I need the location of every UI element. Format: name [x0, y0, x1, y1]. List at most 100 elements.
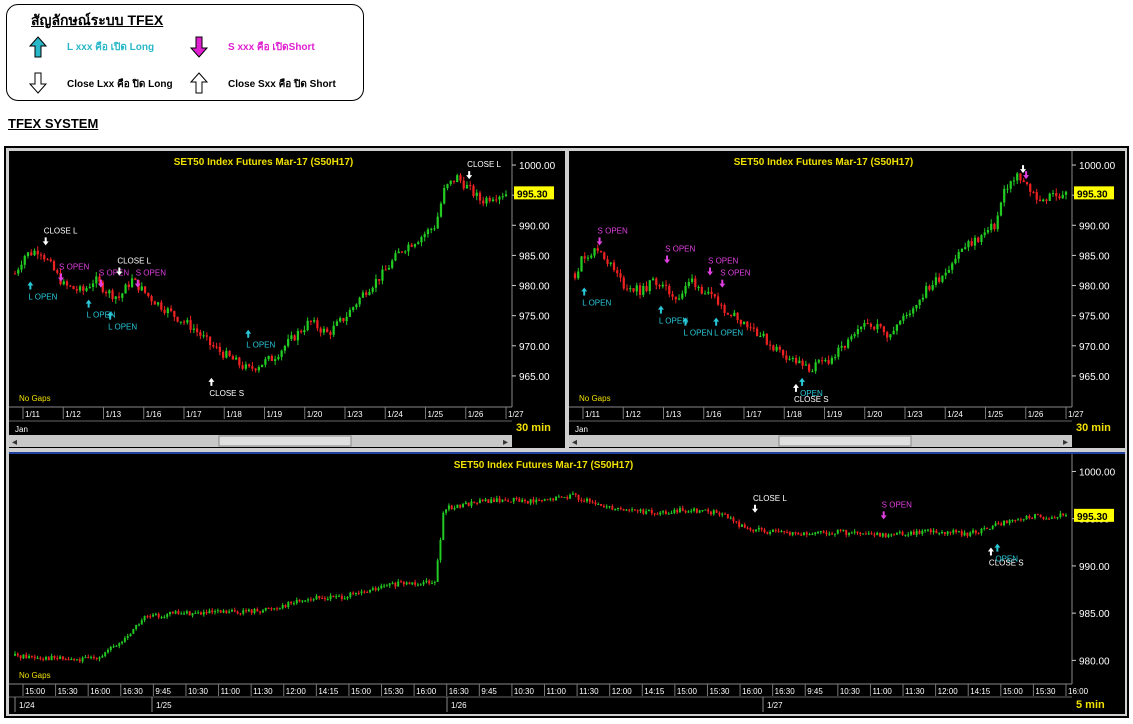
arrow-up-icon [245, 329, 252, 338]
candle-body [798, 360, 801, 364]
candle-body [115, 645, 118, 647]
candle-body [853, 334, 856, 337]
candle-body [188, 611, 191, 616]
candle-body [529, 499, 532, 504]
chart-panel-3[interactable]: SET50 Index Futures Mar-17 (S50H17) 1000.… [9, 452, 1125, 714]
signal-label: CLOSE L [117, 257, 151, 266]
candle-body [538, 499, 541, 501]
candle-body [938, 532, 941, 534]
candle-body [928, 286, 931, 290]
candle-body [65, 281, 69, 286]
candle-body [580, 499, 583, 501]
candle-body [394, 582, 397, 587]
candle-body [697, 286, 700, 288]
candle-body [935, 530, 938, 534]
candle-body [1014, 520, 1017, 522]
candle-body [199, 332, 202, 336]
candle-body [1036, 514, 1039, 516]
candle-body [884, 533, 887, 537]
candle-body [50, 655, 53, 661]
x-tick-label: 15:00 [1003, 687, 1024, 696]
candle-body [146, 616, 149, 618]
candle-body [713, 294, 716, 297]
chart-panel-1[interactable]: SET50 Index Futures Mar-17 (S50H17) 1000.… [9, 151, 565, 448]
candlestick-chart-3[interactable]: SET50 Index Futures Mar-17 (S50H17) 1000.… [9, 454, 1125, 714]
candle-body [264, 607, 267, 611]
candle-body [160, 617, 163, 619]
candle-body [635, 285, 638, 292]
candle-body [720, 304, 723, 306]
candle-body [377, 588, 380, 591]
candle-body [836, 529, 839, 534]
candle-body [280, 350, 283, 357]
candle-body [73, 658, 76, 660]
candle-body [775, 346, 778, 351]
candle-body [759, 336, 762, 338]
candle-body [431, 582, 433, 584]
candle-body [760, 527, 763, 530]
y-tick-label: 975.00 [1079, 312, 1110, 323]
x-tick-label: 11:00 [872, 687, 892, 696]
candlestick-chart-2[interactable]: SET50 Index Futures Mar-17 (S50H17) 1000.… [569, 151, 1125, 448]
candle-body [879, 324, 882, 327]
candle-body [205, 335, 208, 337]
candle-body [501, 499, 504, 502]
candle-body [205, 612, 208, 614]
x-tick-label: 15:30 [58, 687, 79, 696]
signal-label: OPEN [995, 555, 1018, 564]
candle-body [504, 194, 508, 197]
candle-body [67, 659, 70, 661]
candle-body [228, 611, 231, 613]
signal-marker: OPEN [799, 377, 823, 398]
no-gaps-label: No Gaps [579, 394, 611, 403]
candle-body [322, 328, 326, 333]
candle-body [904, 534, 907, 536]
candle-body [817, 532, 820, 534]
candle-body [402, 581, 405, 585]
candle-body [462, 504, 464, 508]
x-tick-label: 1/12 [65, 410, 81, 419]
candle-body [1011, 520, 1014, 522]
candle-body [687, 281, 690, 287]
candle-body [908, 313, 912, 315]
candle-body [261, 364, 264, 368]
chart-panel-2[interactable]: SET50 Index Futures Mar-17 (S50H17) 1000.… [569, 151, 1125, 448]
day-label: 1/26 [451, 701, 467, 710]
candle-body [853, 531, 856, 533]
y-tick-label: 970.00 [519, 342, 550, 353]
x-tick-label: 16:00 [416, 687, 437, 696]
candle-body [625, 288, 629, 290]
candle-body [121, 293, 124, 298]
candle-body [439, 539, 442, 561]
candle-body [860, 326, 863, 330]
candle-body [785, 355, 788, 360]
candle-body [1045, 518, 1048, 520]
candle-body [703, 293, 707, 295]
candle-body [413, 244, 417, 247]
candle-body [14, 653, 16, 656]
candle-body [825, 532, 828, 535]
candle-body [602, 505, 605, 508]
candle-body [658, 285, 661, 287]
candle-body [707, 509, 710, 512]
candle-body [960, 531, 963, 536]
candle-body [1003, 188, 1006, 203]
candle-body [667, 513, 670, 515]
scroll-left-icon: ◂ [572, 437, 577, 448]
candle-body [69, 285, 72, 287]
candle-body [886, 332, 889, 338]
arrow-down-icon [707, 267, 714, 276]
signal-label: L OPEN [714, 329, 743, 338]
candlestick-chart-1[interactable]: SET50 Index Futures Mar-17 (S50H17) 1000.… [9, 151, 565, 448]
x-tick-label: 1/27 [1068, 410, 1084, 419]
candle-body [580, 256, 583, 272]
signal-label: S OPEN [136, 269, 166, 278]
candle-body [45, 657, 47, 660]
x-tick-label: 15:30 [1035, 687, 1056, 696]
x-tick-label: 1/25 [428, 410, 444, 419]
candle-body [369, 589, 372, 593]
signal-marker: OPEN [994, 543, 1018, 564]
candle-body [560, 496, 563, 498]
candle-body [980, 235, 983, 242]
candle-body [245, 610, 248, 612]
